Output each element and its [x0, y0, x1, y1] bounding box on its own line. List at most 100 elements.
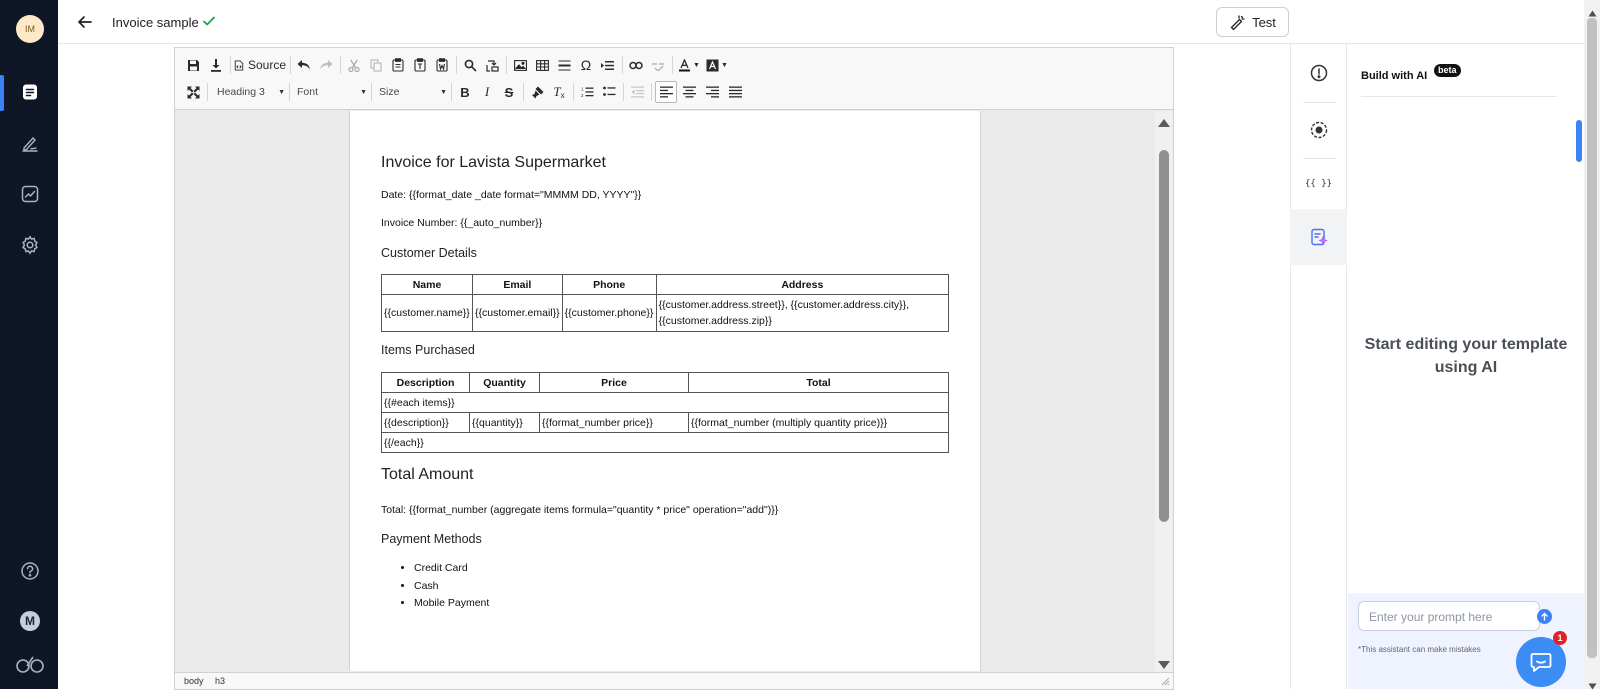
table-icon[interactable]: [532, 54, 552, 76]
text-color-button[interactable]: ▼: [676, 54, 702, 76]
nav-analytics-icon[interactable]: [17, 181, 43, 207]
tab-ai-builder[interactable]: [1290, 209, 1347, 265]
window-scroll-thumb[interactable]: [1587, 18, 1597, 658]
nav-signature-icon[interactable]: [17, 130, 43, 156]
special-character-icon[interactable]: Ω: [576, 54, 596, 76]
table-cell[interactable]: {{customer.email}}: [472, 294, 563, 332]
ai-prompt-input[interactable]: Enter your prompt here: [1358, 601, 1540, 631]
align-left-icon[interactable]: [655, 81, 677, 103]
table-cell[interactable]: {{customer.name}}: [381, 294, 473, 332]
outdent-icon[interactable]: [627, 81, 647, 103]
size-dropdown[interactable]: Size ▼: [375, 82, 447, 102]
align-justify-icon[interactable]: [725, 81, 745, 103]
path-body[interactable]: body: [184, 676, 204, 686]
ai-empty-message: Start editing your template using AI: [1364, 336, 1568, 376]
table-header: Address: [655, 274, 950, 295]
italic-icon[interactable]: I: [477, 81, 497, 103]
back-arrow-icon[interactable]: [74, 11, 96, 33]
document-heading[interactable]: Invoice for Lavista Supermarket: [381, 154, 606, 172]
remove-format-icon[interactable]: Tx: [549, 81, 569, 103]
link-icon[interactable]: [626, 54, 646, 76]
horizontal-line-icon[interactable]: [554, 54, 574, 76]
tab-issues[interactable]: [1290, 45, 1347, 101]
notification-badge: 1: [1553, 631, 1567, 645]
table-cell[interactable]: {{format_number (multiply quantity price…: [688, 412, 949, 433]
send-button[interactable]: [1537, 609, 1552, 624]
format-dropdown[interactable]: Heading 3 ▼: [211, 82, 285, 102]
paste-from-word-icon[interactable]: [432, 54, 452, 76]
document-page[interactable]: Invoice for Lavista Supermarket Date: {{…: [349, 111, 981, 671]
workspace-avatar[interactable]: IM: [16, 15, 44, 43]
copy-icon[interactable]: [366, 54, 386, 76]
numbered-list-icon[interactable]: 12: [577, 81, 597, 103]
save-icon[interactable]: [183, 54, 203, 76]
items-table[interactable]: Description Quantity Price Total {{#each…: [381, 372, 949, 453]
table-cell[interactable]: {{customer.address.street}}, {{customer.…: [655, 294, 950, 332]
editor-scroll-thumb[interactable]: [1159, 150, 1169, 522]
brand-logo-icon: [15, 651, 45, 677]
replace-icon[interactable]: [482, 54, 502, 76]
resize-handle-icon[interactable]: [1160, 676, 1170, 688]
download-icon[interactable]: [206, 54, 226, 76]
window-scroll-down-icon[interactable]: [1588, 677, 1597, 695]
date-line[interactable]: Date: {{format_date _date format="MMMM D…: [381, 189, 641, 201]
tab-elements[interactable]: [1290, 102, 1347, 158]
background-color-icon: [706, 59, 719, 71]
table-cell[interactable]: {{format_number price}}: [539, 412, 689, 433]
scroll-up-arrow-icon[interactable]: [1157, 115, 1171, 133]
cut-icon[interactable]: [344, 54, 364, 76]
customer-details-heading[interactable]: Customer Details: [381, 246, 477, 260]
panel-resize-indicator[interactable]: [1576, 120, 1582, 162]
font-dropdown-value: Font: [297, 86, 319, 98]
undo-icon[interactable]: [294, 54, 314, 76]
help-icon[interactable]: [17, 558, 43, 584]
items-purchased-heading[interactable]: Items Purchased: [381, 343, 475, 357]
bulleted-list-icon[interactable]: [599, 81, 619, 103]
tab-variables[interactable]: {{ }}: [1290, 156, 1347, 212]
paste-text-icon[interactable]: [410, 54, 430, 76]
user-avatar[interactable]: M: [20, 611, 40, 631]
list-item[interactable]: Mobile Payment: [414, 595, 489, 613]
source-label: Source: [247, 58, 286, 72]
font-dropdown[interactable]: Font ▼: [293, 82, 367, 102]
image-icon[interactable]: [510, 54, 530, 76]
table-header: Email: [472, 274, 563, 295]
path-h3[interactable]: h3: [215, 676, 225, 686]
test-button-label: Test: [1252, 14, 1276, 30]
saved-check-icon: [201, 13, 217, 34]
table-cell[interactable]: {{customer.phone}}: [561, 294, 657, 332]
unlink-icon[interactable]: [648, 54, 668, 76]
table-cell[interactable]: {{description}}: [381, 412, 470, 433]
table-cell[interactable]: {{quantity}}: [469, 412, 540, 433]
align-center-icon[interactable]: [679, 81, 699, 103]
editor-status-bar: body h3: [175, 672, 1173, 689]
table-cell[interactable]: {{#each items}}: [381, 392, 949, 413]
test-button[interactable]: Test: [1216, 7, 1289, 37]
align-right-icon[interactable]: [702, 81, 722, 103]
copy-format-brush-icon[interactable]: [527, 81, 547, 103]
bold-icon[interactable]: B: [455, 81, 475, 103]
chat-bubble-icon: [1530, 653, 1552, 672]
page-break-icon[interactable]: [598, 54, 618, 76]
source-button[interactable]: Source: [234, 54, 286, 76]
nav-settings-gear-icon[interactable]: [17, 232, 43, 258]
find-icon[interactable]: [460, 54, 480, 76]
table-cell[interactable]: {{/each}}: [381, 432, 949, 453]
invoice-number-line[interactable]: Invoice Number: {{_auto_number}}: [381, 217, 542, 229]
source-code-icon: [234, 59, 244, 71]
nav-templates-icon[interactable]: [17, 79, 43, 105]
total-amount-heading[interactable]: Total Amount: [381, 466, 474, 484]
payment-methods-heading[interactable]: Payment Methods: [381, 532, 482, 546]
paste-icon[interactable]: [388, 54, 408, 76]
strikethrough-icon[interactable]: S: [499, 81, 519, 103]
background-color-button[interactable]: ▼: [704, 54, 730, 76]
payment-methods-list[interactable]: Credit Card Cash Mobile Payment: [414, 560, 489, 613]
list-item[interactable]: Cash: [414, 578, 489, 596]
table-header: Total: [688, 372, 949, 393]
redo-icon[interactable]: [316, 54, 336, 76]
list-item[interactable]: Credit Card: [414, 560, 489, 578]
beta-badge: beta: [1434, 64, 1461, 77]
total-line[interactable]: Total: {{format_number (aggregate items …: [381, 504, 778, 516]
customer-table[interactable]: Name Email Phone Address {{customer.name…: [381, 274, 950, 332]
maximize-icon[interactable]: [183, 81, 203, 103]
